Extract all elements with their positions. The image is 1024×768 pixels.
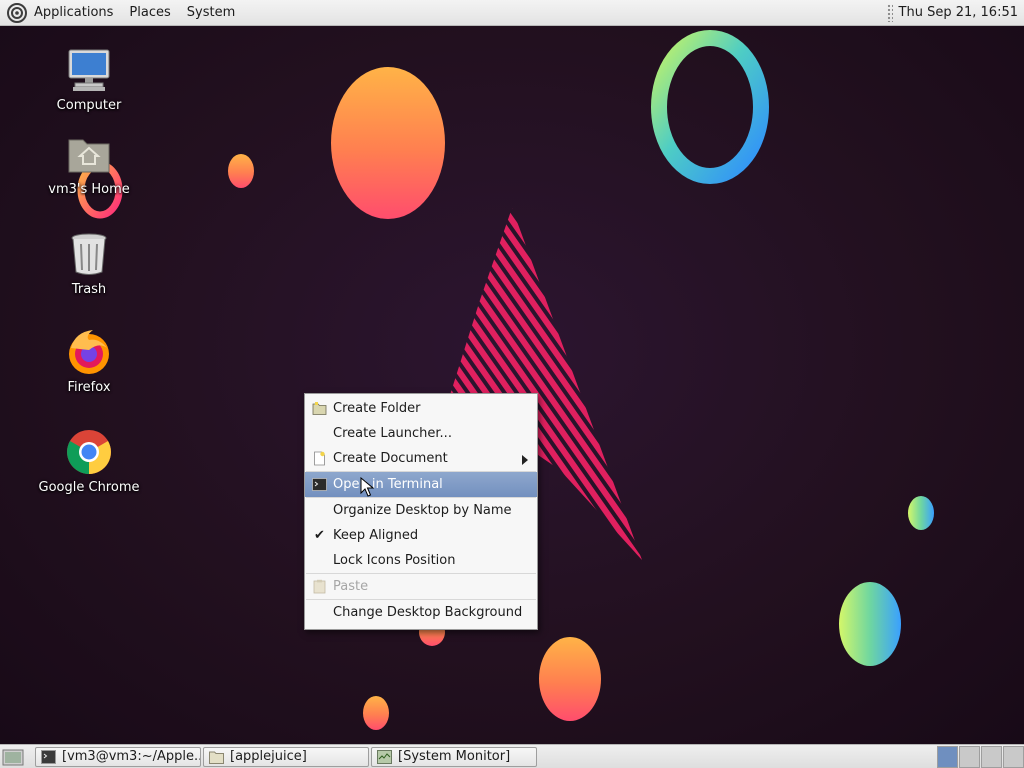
trash-icon [71,233,107,275]
desktop-icon-label: Firefox [67,380,111,395]
desktop-icon-label: Google Chrome [38,480,140,495]
menu-item-label: Paste [333,579,369,594]
applications-menu[interactable]: Applications [0,0,121,26]
menu-item-label: Create Folder [333,401,421,416]
panel-grip-handle[interactable] [886,3,893,22]
chrome-icon [67,430,111,474]
menu-item-paste[interactable]: Paste [305,574,537,599]
taskbar-item-system-monitor[interactable]: [System Monitor] [371,747,537,767]
workspace-1[interactable] [937,746,958,768]
top-panel: Applications Places System Thu Sep 21, 1… [0,0,1024,26]
menu-item-create-folder[interactable]: Create Folder [305,396,537,421]
desktop-icon-google-chrome[interactable]: Google Chrome [34,428,144,495]
menu-item-create-launcher[interactable]: Create Launcher... [305,421,537,446]
desktop-icon-label: Trash [71,282,107,297]
firefox-icon [69,330,109,374]
bottom-panel: [vm3@vm3:~/Apple... [applejuice] [System… [0,744,1024,768]
taskbar-item-applejuice[interactable]: [applejuice] [203,747,369,767]
taskbar-item-label: [applejuice] [230,749,307,764]
mouse-cursor-icon [360,477,374,497]
distro-logo-icon [7,2,27,23]
taskbar-item-label: [System Monitor] [398,749,511,764]
menu-item-lock-icons-position[interactable]: Lock Icons Position [305,548,537,573]
desktop-icon-trash[interactable]: Trash [34,230,144,297]
show-desktop-icon[interactable] [2,747,24,767]
desktop-icon-label: vm3's Home [48,182,130,197]
desktop-wallpaper[interactable] [0,26,1024,744]
menu-item-label: Open in Terminal [333,477,443,492]
workspace-3[interactable] [981,746,1002,768]
places-menu[interactable]: Places [121,0,178,26]
folder-icon [209,751,224,764]
submenu-arrow-icon [522,455,528,465]
terminal-icon [312,478,327,491]
desktop-icon-home[interactable]: vm3's Home [34,130,144,197]
applications-menu-label: Applications [34,4,114,20]
menu-item-keep-aligned[interactable]: ✔ Keep Aligned [305,523,537,548]
menu-item-label: Create Launcher... [333,426,452,441]
desktop-icon-label: Computer [56,98,122,113]
paste-icon [313,579,326,594]
system-monitor-icon [377,750,392,764]
workspace-4[interactable] [1003,746,1024,768]
menu-item-create-document[interactable]: Create Document [305,446,537,471]
desktop-icon-computer[interactable]: Computer [34,46,144,113]
menu-item-open-in-terminal[interactable]: Open in Terminal [305,472,537,497]
taskbar-item-terminal[interactable]: [vm3@vm3:~/Apple... [35,747,201,767]
menu-item-label: Change Desktop Background [333,605,523,620]
folder-icon [312,402,327,415]
checkmark-icon: ✔ [314,528,325,543]
system-menu[interactable]: System [179,0,243,26]
terminal-icon [41,750,56,764]
desktop-context-menu: Create Folder Create Launcher... Create … [304,393,538,630]
menu-item-organize-desktop-by-name[interactable]: Organize Desktop by Name [305,498,537,523]
wallpaper-art [77,30,934,730]
computer-icon [68,49,110,91]
menu-item-label: Create Document [333,451,448,466]
desktop-icon-firefox[interactable]: Firefox [34,328,144,395]
document-icon [314,451,325,466]
menu-item-label: Lock Icons Position [333,553,456,568]
taskbar-item-label: [vm3@vm3:~/Apple... [62,749,201,764]
menu-item-label: Keep Aligned [333,528,419,543]
menu-item-label: Organize Desktop by Name [333,503,512,518]
clock[interactable]: Thu Sep 21, 16:51 [899,5,1024,20]
home-folder-icon [68,139,110,173]
workspace-2[interactable] [959,746,980,768]
menu-item-change-desktop-background[interactable]: Change Desktop Background [305,600,537,625]
